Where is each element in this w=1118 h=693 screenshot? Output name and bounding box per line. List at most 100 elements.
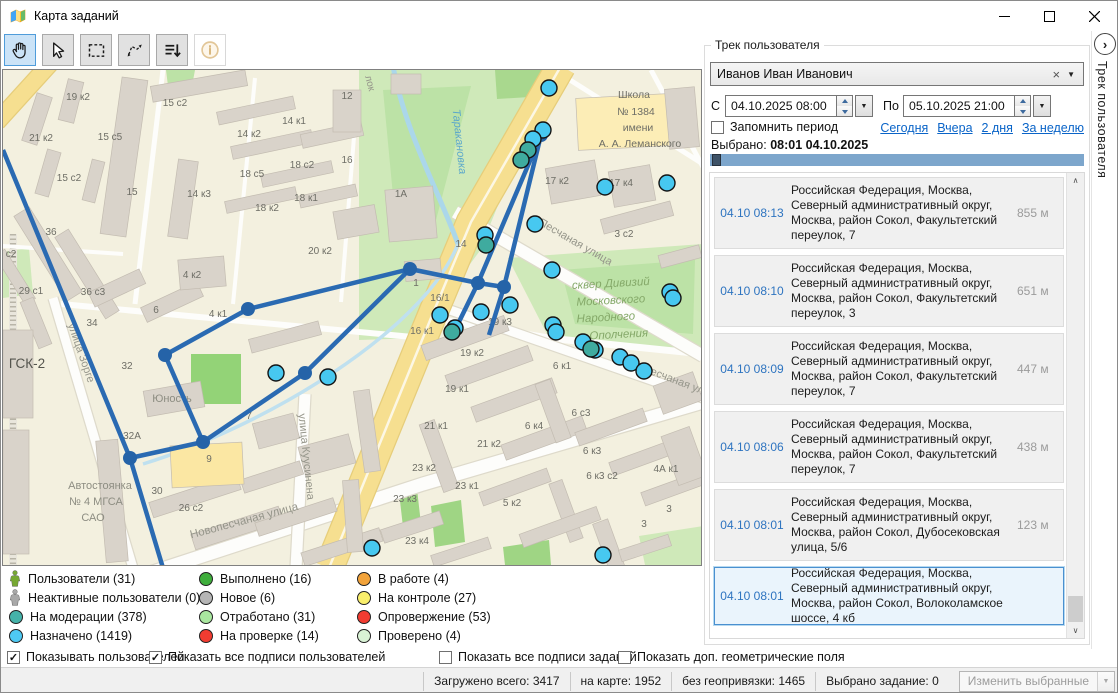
track-item-distance: 651 м — [1015, 284, 1063, 298]
quick-range-link[interactable]: За неделю — [1022, 121, 1084, 135]
side-tab-label: Трек пользователя — [1095, 61, 1109, 178]
select-tool-button[interactable] — [42, 34, 74, 66]
track-list-item[interactable]: 04.10 08:06Российская Федерация, Москва,… — [714, 411, 1064, 483]
track-node[interactable] — [471, 276, 485, 290]
task-marker-assigned[interactable] — [527, 216, 543, 232]
track-node[interactable] — [403, 262, 417, 276]
track-list-items: 04.10 08:13Российская Федерация, Москва,… — [710, 173, 1067, 638]
track-list-item[interactable]: 04.10 08:01Российская Федерация, Москва,… — [714, 489, 1064, 561]
map-label: Автостоянка — [68, 480, 133, 492]
spinner-up-icon[interactable] — [1015, 96, 1030, 106]
period-from-value: 04.10.2025 08:00 — [726, 96, 830, 116]
task-marker-moderation[interactable] — [513, 152, 529, 168]
period-from-spinner[interactable] — [836, 96, 852, 116]
pan-tool-button[interactable] — [4, 34, 36, 66]
user-select[interactable]: Иванов Иван Иванович × ▼ — [710, 62, 1084, 86]
period-to-calendar-button[interactable]: ▼ — [1033, 95, 1051, 117]
legend-item: Проверено (4) — [357, 626, 491, 645]
task-marker-assigned[interactable] — [636, 363, 652, 379]
time-slider[interactable] — [710, 154, 1084, 166]
time-slider-thumb[interactable] — [712, 154, 721, 166]
legend-item: Выполнено (16) — [199, 569, 319, 588]
track-node[interactable] — [497, 280, 511, 294]
track-list-item[interactable]: 04.10 08:10Российская Федерация, Москва,… — [714, 255, 1064, 327]
track-list-item[interactable]: 04.10 08:09Российская Федерация, Москва,… — [714, 333, 1064, 405]
legend-item: Пользователи (31) — [9, 569, 200, 588]
map-label: 30 — [151, 486, 163, 497]
track-node[interactable] — [123, 451, 137, 465]
maximize-button[interactable] — [1027, 1, 1072, 31]
task-marker-assigned[interactable] — [659, 175, 675, 191]
chevron-down-icon: ▼ — [1097, 672, 1114, 691]
legend-item: Назначено (1419) — [9, 626, 200, 645]
task-marker-assigned[interactable] — [502, 297, 518, 313]
task-marker-assigned[interactable] — [665, 290, 681, 306]
filter-checkbox[interactable] — [618, 651, 631, 664]
legend-item: Отработано (31) — [199, 607, 319, 626]
task-marker-assigned[interactable] — [548, 324, 564, 340]
map-label: 16/1 — [430, 293, 450, 304]
task-marker-assigned[interactable] — [320, 369, 336, 385]
quick-range-link[interactable]: 2 дня — [982, 121, 1013, 135]
close-button[interactable] — [1072, 1, 1117, 31]
quick-range-link[interactable]: Вчера — [937, 121, 972, 135]
chevron-down-icon[interactable]: ▼ — [1067, 70, 1083, 79]
period-to-input[interactable]: 05.10.2025 21:00 — [903, 95, 1031, 117]
task-marker-assigned[interactable] — [595, 547, 611, 563]
task-marker-moderation[interactable] — [478, 237, 494, 253]
track-node[interactable] — [196, 435, 210, 449]
track-item-time: 04.10 08:10 — [715, 284, 789, 298]
panel-collapse-button[interactable]: › — [1094, 33, 1116, 55]
map-label: 4А к1 — [654, 464, 679, 475]
track-list-scrollbar[interactable]: ∧ ∨ — [1066, 173, 1084, 638]
minimize-button[interactable] — [982, 1, 1027, 31]
task-marker-assigned[interactable] — [268, 365, 284, 381]
task-marker-assigned[interactable] — [597, 179, 613, 195]
filter-checkbox[interactable]: ✓ — [7, 651, 20, 664]
track-item-time: 04.10 08:06 — [715, 440, 789, 454]
info-tool-button[interactable] — [194, 34, 226, 66]
map-label: 18 с5 — [240, 169, 265, 180]
remember-period-checkbox[interactable] — [711, 121, 724, 134]
task-marker-assigned[interactable] — [541, 80, 557, 96]
filter-item: Показать все подписи заданий — [439, 650, 637, 664]
spinner-down-icon[interactable] — [1015, 106, 1030, 116]
sort-tool-button[interactable] — [156, 34, 188, 66]
track-item-address: Российская Федерация, Москва, Северный а… — [789, 493, 1015, 557]
spinner-up-icon[interactable] — [837, 96, 852, 106]
task-marker-moderation[interactable] — [583, 341, 599, 357]
map-label: 6 к3 — [583, 446, 602, 457]
task-marker-assigned[interactable] — [544, 262, 560, 278]
filter-checkbox[interactable] — [439, 651, 452, 664]
task-marker-assigned[interactable] — [432, 307, 448, 323]
period-row: С 04.10.2025 08:00 ▼ По 05.10.2025 21:00… — [711, 95, 1084, 119]
polygon-select-tool-button[interactable] — [118, 34, 150, 66]
spinner-down-icon[interactable] — [837, 106, 852, 116]
scrollbar-thumb[interactable] — [1068, 596, 1083, 622]
task-marker-moderation[interactable] — [444, 324, 460, 340]
track-node[interactable] — [298, 366, 312, 380]
track-item-address: Российская Федерация, Москва, Северный а… — [789, 564, 1015, 628]
quick-range-link[interactable]: Сегодня — [880, 121, 928, 135]
chevron-right-icon: › — [1103, 37, 1107, 52]
scroll-up-icon[interactable]: ∧ — [1067, 173, 1084, 188]
map-label: 36 с3 — [81, 287, 106, 298]
task-marker-assigned[interactable] — [473, 304, 489, 320]
legend-label: На модерации (378) — [30, 610, 147, 624]
track-list-item[interactable]: 04.10 08:01Российская Федерация, Москва,… — [714, 567, 1064, 625]
track-node[interactable] — [158, 348, 172, 362]
period-to-spinner[interactable] — [1014, 96, 1030, 116]
scroll-down-icon[interactable]: ∨ — [1067, 623, 1084, 638]
period-from-input[interactable]: 04.10.2025 08:00 — [725, 95, 853, 117]
filter-checkbox[interactable]: ✓ — [149, 651, 162, 664]
period-from-calendar-button[interactable]: ▼ — [855, 95, 873, 117]
clear-user-icon[interactable]: × — [1045, 67, 1067, 82]
map-toolbar — [1, 31, 701, 69]
edit-selected-button[interactable]: Изменить выбранные ▼ — [959, 671, 1115, 692]
track-node[interactable] — [241, 302, 255, 316]
track-list-item[interactable]: 04.10 08:13Российская Федерация, Москва,… — [714, 177, 1064, 249]
map-canvas[interactable]: 19 к215 с221 к215 с514 к214 к11618 с218 … — [2, 69, 702, 566]
task-marker-assigned[interactable] — [364, 540, 380, 556]
rect-select-tool-button[interactable] — [80, 34, 112, 66]
legend-label: Проверено (4) — [378, 629, 461, 643]
